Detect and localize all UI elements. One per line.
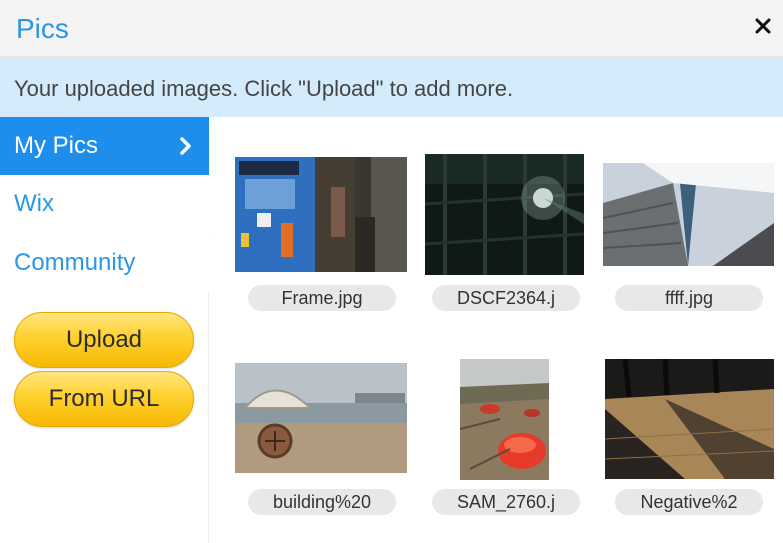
sidebar: My Pics Wix Community Upload From URL — [0, 117, 209, 543]
image-caption[interactable]: DSCF2364.j — [432, 285, 580, 311]
sidebar-item-wix[interactable]: Wix — [0, 175, 209, 233]
image-caption[interactable]: Frame.jpg — [248, 285, 396, 311]
sidebar-item-community[interactable]: Community — [0, 234, 209, 292]
image-caption[interactable]: SAM_2760.j — [432, 489, 580, 515]
sidebar-item-label: My Pics — [14, 132, 98, 159]
info-message: Your uploaded images. Click "Upload" to … — [14, 76, 514, 101]
sidebar-item-my-pics[interactable]: My Pics — [0, 117, 209, 175]
image-caption[interactable]: building%20 — [248, 489, 396, 515]
image-caption[interactable]: ffff.jpg — [615, 285, 763, 311]
image-thumbnail[interactable] — [605, 359, 774, 479]
image-thumbnail[interactable] — [460, 359, 549, 480]
sidebar-item-label: Community — [14, 249, 136, 276]
info-bar: Your uploaded images. Click "Upload" to … — [0, 57, 783, 117]
from-url-button[interactable]: From URL — [14, 371, 194, 427]
chevron-right-icon — [179, 136, 193, 156]
image-thumbnail[interactable] — [425, 154, 584, 275]
close-icon[interactable] — [751, 14, 775, 38]
image-thumbnail[interactable] — [235, 363, 407, 473]
dialog-header: Pics — [0, 0, 783, 57]
image-caption[interactable]: Negative%2 — [615, 489, 763, 515]
upload-button[interactable]: Upload — [14, 312, 194, 368]
image-thumbnail[interactable] — [603, 163, 774, 266]
sidebar-item-label: Wix — [14, 190, 54, 217]
image-grid: Frame.jpg DSCF2364.j ffff.jpg building%2… — [210, 117, 783, 543]
image-thumbnail[interactable] — [235, 157, 407, 272]
dialog-title: Pics — [16, 13, 69, 44]
